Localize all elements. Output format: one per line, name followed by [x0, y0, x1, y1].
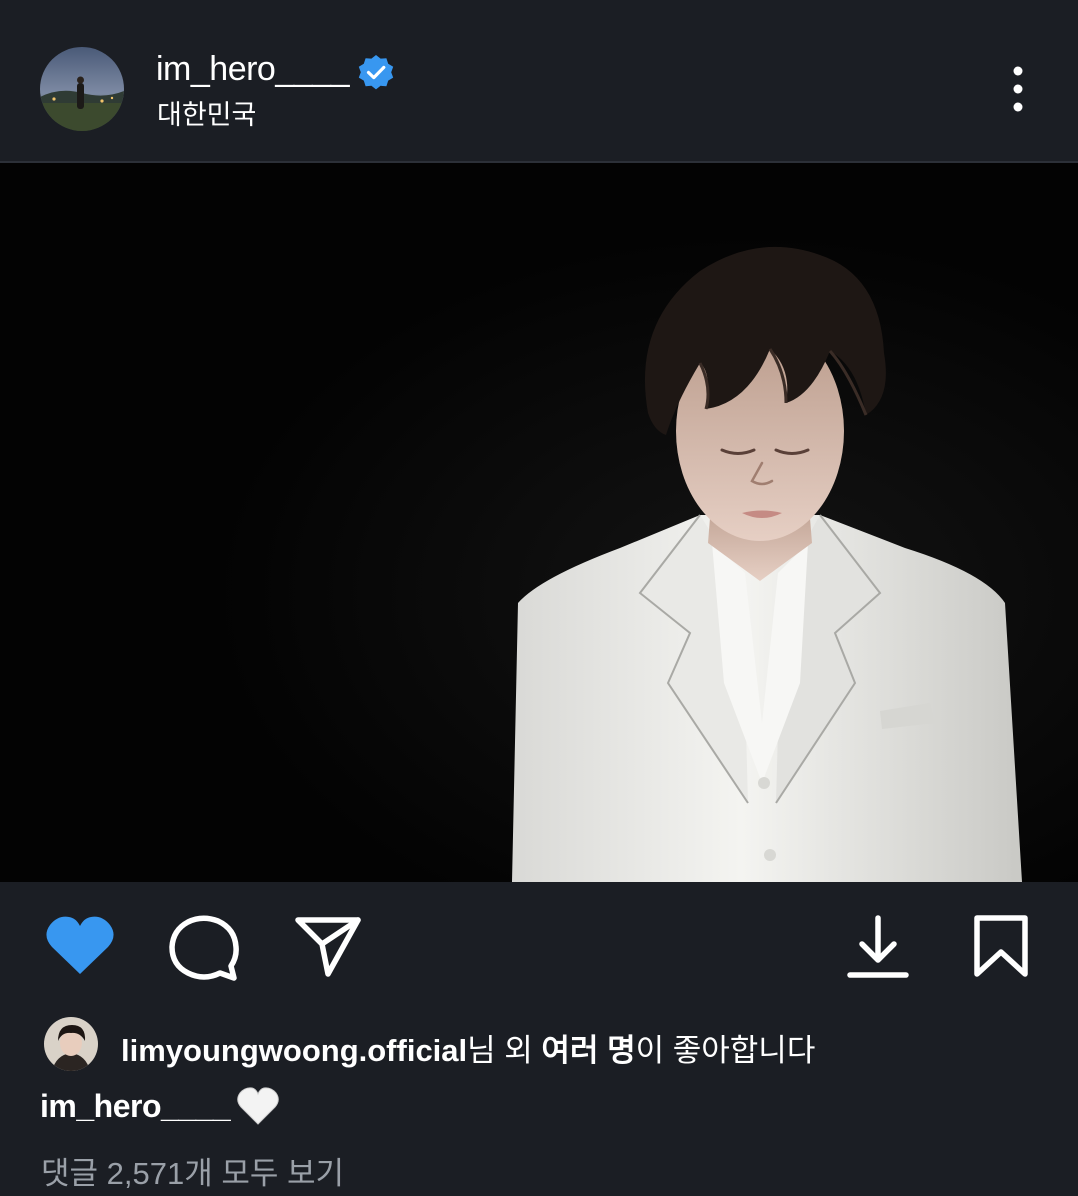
bookmark-icon[interactable] [970, 914, 1032, 978]
white-heart-icon [237, 1087, 279, 1125]
likes-summary[interactable]: limyoungwoong.official님 외 여러 명이 좋아합니다 [0, 1015, 1078, 1073]
post-header: im_hero____ 대한민국 [0, 0, 1078, 161]
liker-avatar-image [44, 1017, 98, 1071]
likes-text-middle: 님 외 [467, 1033, 542, 1068]
likes-text: limyoungwoong.official님 외 여러 명이 좋아합니다 [121, 1025, 815, 1070]
download-icon[interactable] [846, 914, 910, 980]
likes-text-end: 이 좋아합니다 [635, 1033, 816, 1068]
verified-badge-icon [358, 55, 394, 90]
more-vertical-icon[interactable] [1000, 62, 1036, 118]
liker-avatar[interactable] [44, 1017, 98, 1071]
caption-username[interactable]: im_hero____ [40, 1088, 231, 1125]
post-photo[interactable] [0, 163, 1078, 882]
comment-icon[interactable] [168, 915, 240, 981]
post-username[interactable]: im_hero____ [156, 50, 349, 89]
avatar-image [40, 47, 124, 131]
photo-performer-image [0, 163, 1078, 882]
profile-avatar[interactable] [40, 47, 124, 131]
post-location[interactable]: 대한민국 [157, 93, 256, 132]
send-icon[interactable] [294, 914, 362, 978]
likes-others-link[interactable]: 여러 명 [541, 1033, 635, 1068]
heart-icon[interactable] [44, 914, 116, 978]
view-all-comments-link[interactable]: 댓글 2,571개 모두 보기 [41, 1148, 344, 1193]
liker-username[interactable]: limyoungwoong.official [121, 1033, 467, 1068]
